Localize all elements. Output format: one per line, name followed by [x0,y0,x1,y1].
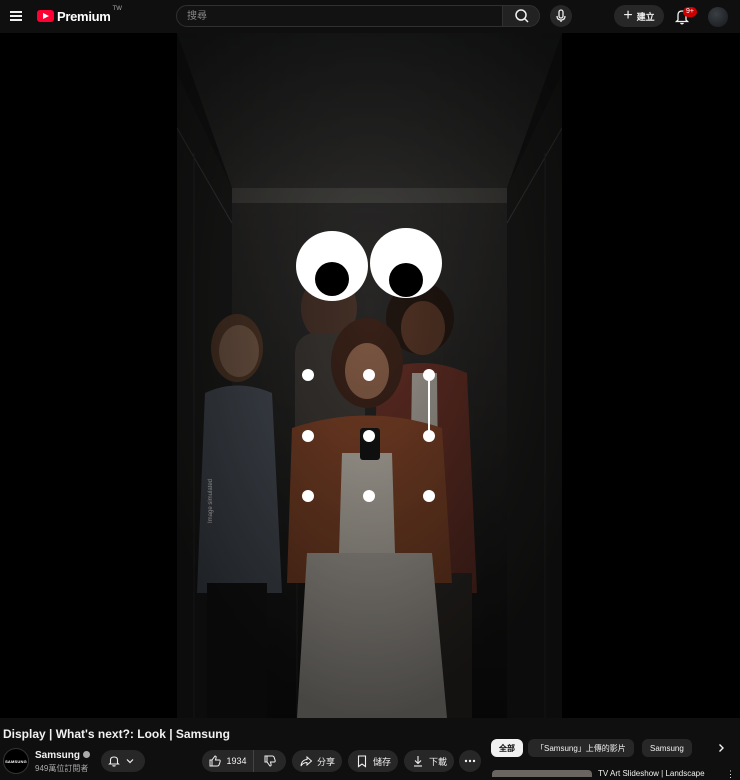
voice-search-button[interactable] [550,5,572,27]
thumbs-down-icon [264,755,276,767]
like-count: 1934 [226,756,247,766]
save-button[interactable]: 儲存 [348,750,398,772]
share-icon [300,755,313,767]
youtube-play-icon [37,10,54,22]
thumbs-up-icon [209,755,222,767]
recommendation-thumbnail[interactable] [492,770,592,777]
bookmark-icon [357,755,367,768]
download-button[interactable]: 下載 [404,750,454,772]
chips-next-button[interactable] [710,737,732,759]
search-input[interactable] [177,6,502,27]
chip-samsung[interactable]: Samsung [642,739,692,757]
bell-icon [108,756,120,767]
logo-text: Premium [57,8,111,24]
logo-region: TW [112,6,122,12]
search-button[interactable] [502,5,540,27]
more-horizontal-icon [464,759,476,763]
video-scene: Image simulated [177,33,562,718]
create-button[interactable]: + 建立 [614,5,664,27]
chip-all[interactable]: 全部 [491,739,523,757]
plus-icon: + [623,7,633,24]
chevron-down-icon [126,759,134,764]
more-actions-button[interactable] [459,750,481,772]
verified-icon [83,751,91,758]
share-button[interactable]: 分享 [292,750,342,772]
search-box [176,5,503,27]
menu-icon[interactable] [7,7,25,25]
recommendation-more-icon[interactable]: ⋮ [726,769,735,780]
chevron-right-icon [719,744,724,752]
microphone-icon [556,9,566,22]
account-avatar[interactable] [708,7,728,27]
download-label: 下載 [428,756,447,767]
top-bar: Premium TW + 建立 9+ [0,0,740,33]
dislike-button[interactable] [254,750,286,772]
channel-name-text: Samsung [35,750,81,761]
subscriber-count: 949萬位訂閱者 [35,764,89,773]
subscription-bell-button[interactable] [101,750,145,772]
create-label: 建立 [636,11,655,22]
download-icon [413,756,422,767]
like-button[interactable]: 1934 [202,750,254,772]
youtube-premium-logo[interactable]: Premium TW [37,6,122,26]
video-player[interactable]: Image simulated [0,33,740,718]
chip-channel-uploads[interactable]: 「Samsung」上傳的影片 [528,739,634,757]
notification-badge: 9+ [683,7,697,17]
video-details: Display | What's next?: Look | Samsung S… [0,718,740,780]
share-label: 分享 [316,756,335,767]
video-frame[interactable]: Image simulated [177,33,562,718]
channel-avatar[interactable]: SAMSUNG [3,748,29,774]
search-icon [515,9,529,23]
video-watermark: Image simulated [208,479,214,523]
channel-name[interactable]: Samsung [35,750,91,761]
save-label: 儲存 [372,756,391,767]
video-title: Display | What's next?: Look | Samsung [3,727,230,741]
